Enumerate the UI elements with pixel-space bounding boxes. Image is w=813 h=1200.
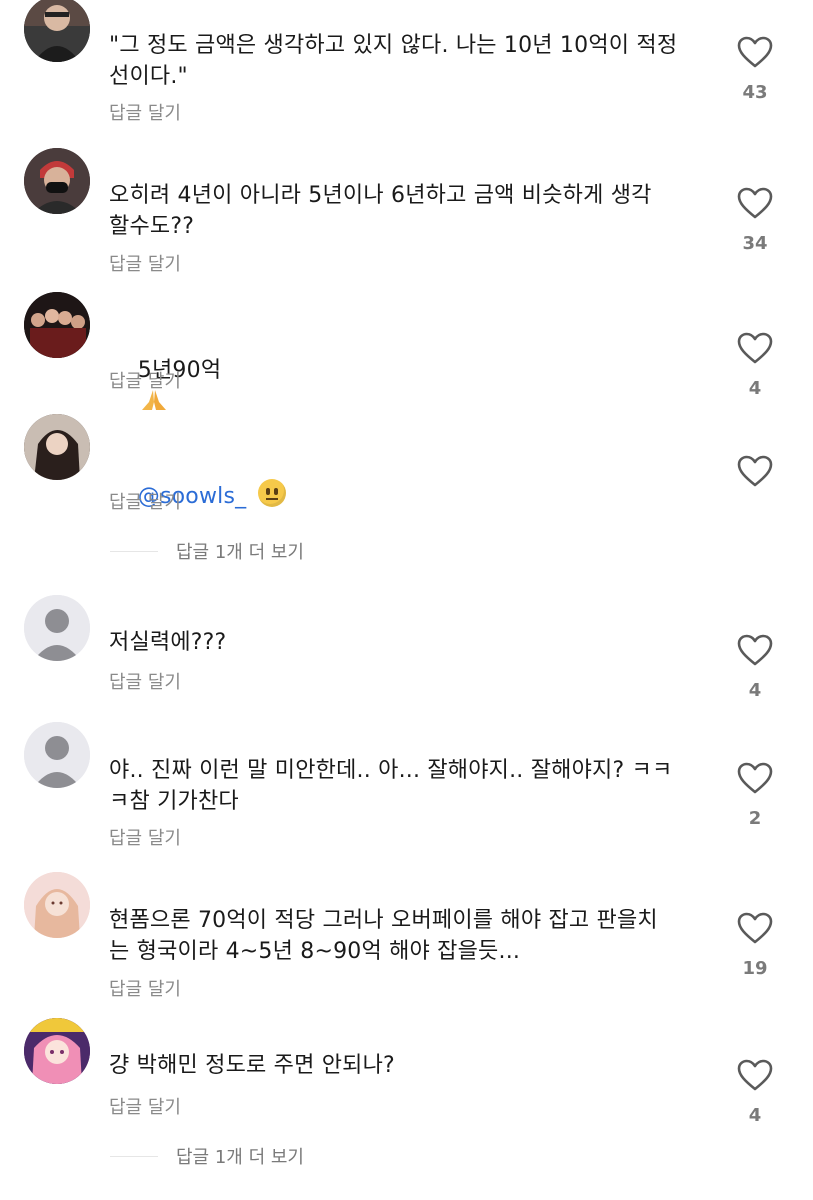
reply-button[interactable]: 답글 달기 (109, 250, 181, 276)
comment-text: 오히려 4년이 아니라 5년이나 6년하고 금액 비슷하게 생각 할수도?? (109, 183, 652, 239)
heart-outline-icon (737, 912, 773, 944)
avatar[interactable] (24, 872, 90, 938)
comment-text: "그 정도 금액은 생각하고 있지 않다. 나는 10년 10억이 적정 선이다… (109, 33, 678, 89)
divider (110, 550, 158, 552)
view-more-replies-button[interactable]: 답글 1개 더 보기 (110, 1143, 304, 1169)
divider (110, 1155, 158, 1157)
reply-button[interactable]: 답글 달기 (109, 488, 181, 514)
like-count: 2 (748, 808, 762, 829)
comment-text: 5년90억 (109, 324, 709, 450)
like-button[interactable]: 4 (736, 332, 774, 399)
reply-button[interactable]: 답글 달기 (109, 975, 181, 1001)
heart-outline-icon (737, 634, 773, 666)
view-more-replies-label: 답글 1개 더 보기 (176, 1147, 304, 1168)
like-button[interactable]: 19 (736, 912, 774, 979)
heart-outline-icon (737, 332, 773, 364)
comment-text: 걍 박해민 정도로 주면 안되나? (109, 1053, 395, 1078)
reply-button[interactable]: 답글 달기 (109, 99, 181, 125)
like-count: 4 (748, 1105, 762, 1126)
reply-button[interactable]: 답글 달기 (109, 1093, 181, 1119)
default-avatar-icon[interactable] (24, 595, 90, 661)
neutral-face-emoji (258, 479, 287, 507)
like-count: 4 (748, 680, 762, 701)
like-button[interactable]: 43 (736, 36, 774, 103)
like-button[interactable] (736, 455, 774, 487)
comment-text: 현폼으론 70억이 적당 그러나 오버페이를 해야 잡고 판을치 는 형국이라 … (109, 908, 658, 964)
like-button[interactable]: 4 (736, 1059, 774, 1126)
reply-button[interactable]: 답글 달기 (109, 367, 181, 393)
like-count: 4 (748, 378, 762, 399)
heart-outline-icon (737, 187, 773, 219)
heart-outline-icon (737, 36, 773, 68)
like-count: 43 (742, 82, 768, 103)
heart-outline-icon (737, 1059, 773, 1091)
reply-button[interactable]: 답글 달기 (109, 668, 181, 694)
heart-outline-icon (737, 762, 773, 794)
comment-text: @soowls_ (109, 448, 709, 543)
like-button[interactable]: 2 (736, 762, 774, 829)
like-count: 19 (742, 958, 768, 979)
view-more-replies-label: 답글 1개 더 보기 (176, 542, 304, 563)
view-more-replies-button[interactable]: 답글 1개 더 보기 (110, 538, 304, 564)
like-button[interactable]: 34 (736, 187, 774, 254)
like-button[interactable]: 4 (736, 634, 774, 701)
avatar[interactable] (24, 414, 90, 480)
reply-button[interactable]: 답글 달기 (109, 824, 181, 850)
default-avatar-icon[interactable] (24, 722, 90, 788)
like-count: 34 (742, 233, 768, 254)
heart-outline-icon (737, 455, 773, 487)
avatar[interactable] (24, 148, 90, 214)
avatar[interactable] (24, 1018, 90, 1084)
avatar[interactable] (24, 292, 90, 358)
comment-text: 저실력에??? (109, 630, 227, 655)
comment-text: 야.. 진짜 이런 말 미안한데.. 아... 잘해야지.. 잘해야지? ㅋㅋ … (109, 758, 673, 814)
avatar[interactable] (24, 0, 90, 62)
